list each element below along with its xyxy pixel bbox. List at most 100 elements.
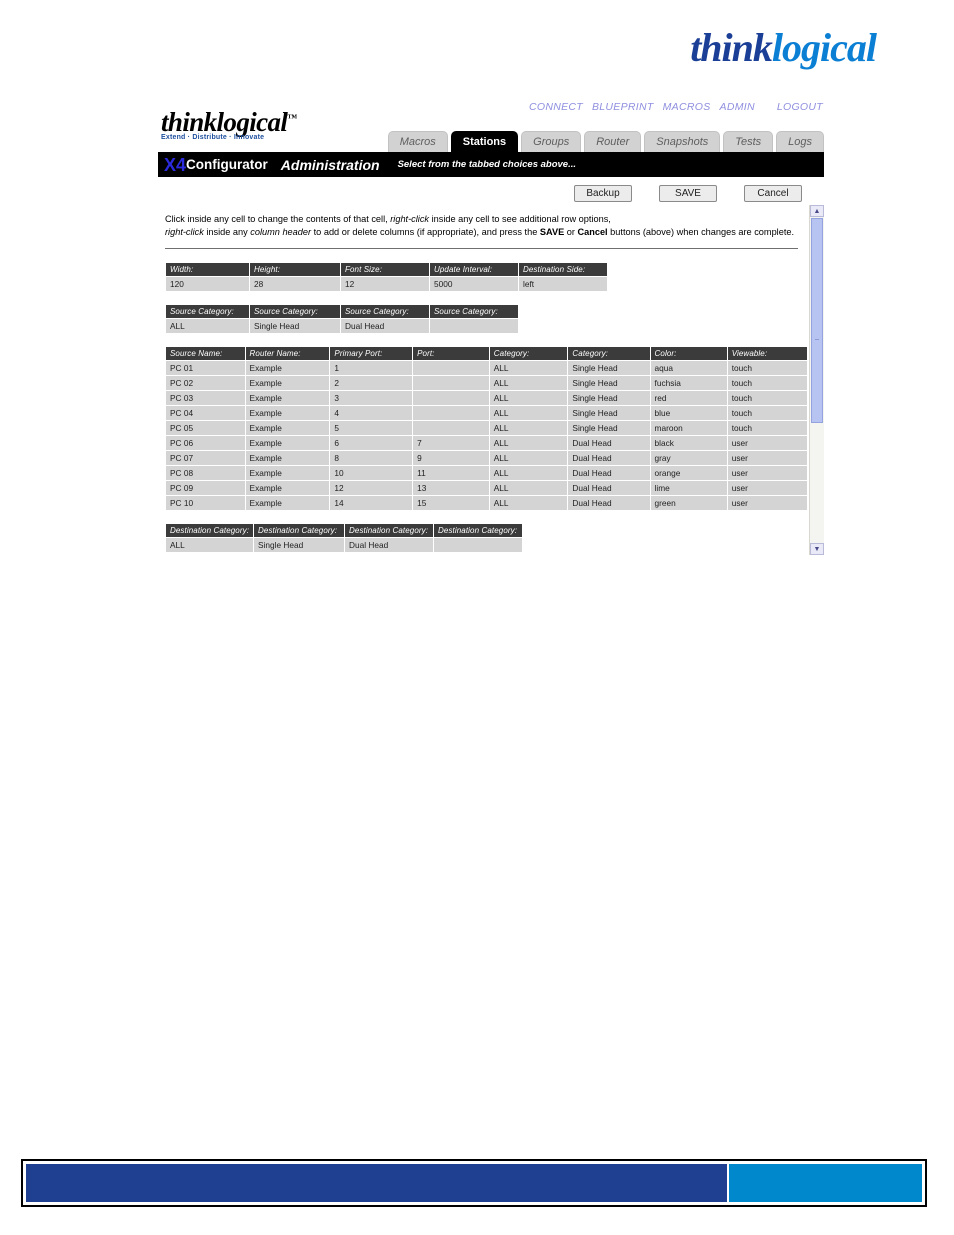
table-cell[interactable]: maroon bbox=[650, 421, 727, 435]
table-cell[interactable]: Single Head bbox=[568, 406, 650, 420]
column-header[interactable]: Update Interval: bbox=[430, 263, 518, 276]
table-cell[interactable]: 11 bbox=[413, 466, 489, 480]
topnav-item-macros[interactable]: MACROS bbox=[663, 101, 711, 113]
table-cell[interactable] bbox=[434, 538, 523, 552]
column-header[interactable]: Category: bbox=[568, 347, 650, 360]
table-cell[interactable]: ALL bbox=[489, 421, 568, 435]
column-header[interactable]: Destination Category: bbox=[254, 524, 345, 537]
table-cell[interactable]: Single Head bbox=[568, 421, 650, 435]
table-cell[interactable]: 120 bbox=[166, 277, 249, 291]
table-cell[interactable]: aqua bbox=[650, 361, 727, 375]
table-cell[interactable]: blue bbox=[650, 406, 727, 420]
table-cell[interactable]: 10 bbox=[330, 466, 413, 480]
table-cell[interactable]: ALL bbox=[489, 466, 568, 480]
table-cell[interactable]: Dual Head bbox=[568, 496, 650, 510]
table-cell[interactable]: Single Head bbox=[254, 538, 345, 552]
table-cell[interactable]: fuchsia bbox=[650, 376, 727, 390]
table-cell[interactable]: Example bbox=[245, 361, 330, 375]
table-cell[interactable]: left bbox=[519, 277, 607, 291]
column-header[interactable]: Destination Category: bbox=[434, 524, 523, 537]
column-header[interactable]: Width: bbox=[166, 263, 249, 276]
tab-logs[interactable]: Logs bbox=[776, 131, 824, 152]
table-cell[interactable]: PC 01 bbox=[166, 361, 245, 375]
column-header[interactable]: Color: bbox=[650, 347, 727, 360]
table-cell[interactable]: ALL bbox=[489, 391, 568, 405]
table-cell[interactable]: touch bbox=[727, 406, 807, 420]
table-cell[interactable]: ALL bbox=[489, 451, 568, 465]
table-cell[interactable]: ALL bbox=[489, 496, 568, 510]
table-cell[interactable]: Example bbox=[245, 436, 330, 450]
save-button[interactable]: SAVE bbox=[659, 184, 717, 202]
table-cell[interactable] bbox=[413, 406, 489, 420]
table-cell[interactable]: 28 bbox=[250, 277, 340, 291]
table-cell[interactable]: PC 10 bbox=[166, 496, 245, 510]
table-cell[interactable]: ALL bbox=[489, 361, 568, 375]
column-header[interactable]: Font Size: bbox=[341, 263, 429, 276]
table-cell[interactable] bbox=[413, 391, 489, 405]
table-cell[interactable]: PC 07 bbox=[166, 451, 245, 465]
table-cell[interactable]: PC 06 bbox=[166, 436, 245, 450]
table-cell[interactable] bbox=[430, 319, 518, 333]
table-cell[interactable]: ALL bbox=[166, 319, 249, 333]
table-cell[interactable]: 14 bbox=[330, 496, 413, 510]
table-cell[interactable]: PC 02 bbox=[166, 376, 245, 390]
table-cell[interactable]: PC 04 bbox=[166, 406, 245, 420]
column-header[interactable]: Destination Side: bbox=[519, 263, 607, 276]
scroll-down-arrow-icon[interactable]: ▼ bbox=[810, 543, 824, 555]
table-cell[interactable]: 13 bbox=[413, 481, 489, 495]
table-cell[interactable]: user bbox=[727, 451, 807, 465]
column-header[interactable]: Category: bbox=[489, 347, 568, 360]
column-header[interactable]: Source Category: bbox=[166, 305, 249, 318]
table-cell[interactable]: Single Head bbox=[568, 391, 650, 405]
table-cell[interactable]: PC 09 bbox=[166, 481, 245, 495]
table-cell[interactable]: user bbox=[727, 481, 807, 495]
table-cell[interactable]: ALL bbox=[489, 436, 568, 450]
table-cell[interactable]: Example bbox=[245, 451, 330, 465]
table-cell[interactable]: green bbox=[650, 496, 727, 510]
table-cell[interactable]: Example bbox=[245, 481, 330, 495]
table-cell[interactable]: Example bbox=[245, 391, 330, 405]
table-cell[interactable]: black bbox=[650, 436, 727, 450]
table-cell[interactable]: PC 05 bbox=[166, 421, 245, 435]
table-cell[interactable]: touch bbox=[727, 361, 807, 375]
table-cell[interactable]: ALL bbox=[166, 538, 254, 552]
table-cell[interactable]: 5000 bbox=[430, 277, 518, 291]
table-cell[interactable]: Example bbox=[245, 421, 330, 435]
column-header[interactable]: Source Category: bbox=[430, 305, 518, 318]
table-cell[interactable]: lime bbox=[650, 481, 727, 495]
table-cell[interactable]: 12 bbox=[330, 481, 413, 495]
topnav-item-admin[interactable]: ADMIN bbox=[720, 101, 755, 113]
table-cell[interactable]: Single Head bbox=[568, 361, 650, 375]
table-cell[interactable]: 15 bbox=[413, 496, 489, 510]
table-cell[interactable]: 1 bbox=[330, 361, 413, 375]
content-scrollbar[interactable]: ▲ ▼ bbox=[809, 205, 824, 555]
table-cell[interactable]: PC 03 bbox=[166, 391, 245, 405]
tab-router[interactable]: Router bbox=[584, 131, 642, 152]
column-header[interactable]: Source Category: bbox=[250, 305, 340, 318]
table-cell[interactable]: Dual Head bbox=[345, 538, 434, 552]
column-header[interactable]: Router Name: bbox=[245, 347, 330, 360]
tab-tests[interactable]: Tests bbox=[723, 131, 774, 152]
table-cell[interactable]: ALL bbox=[489, 406, 568, 420]
table-cell[interactable]: 12 bbox=[341, 277, 429, 291]
table-cell[interactable]: user bbox=[727, 436, 807, 450]
table-cell[interactable]: 4 bbox=[330, 406, 413, 420]
tab-snapshots[interactable]: Snapshots bbox=[644, 131, 721, 152]
table-cell[interactable]: Example bbox=[245, 376, 330, 390]
table-cell[interactable]: user bbox=[727, 466, 807, 480]
table-cell[interactable]: Example bbox=[245, 466, 330, 480]
column-header[interactable]: Source Category: bbox=[341, 305, 429, 318]
table-cell[interactable]: user bbox=[727, 496, 807, 510]
table-cell[interactable]: 6 bbox=[330, 436, 413, 450]
table-cell[interactable]: 2 bbox=[330, 376, 413, 390]
table-cell[interactable]: 3 bbox=[330, 391, 413, 405]
table-cell[interactable]: 8 bbox=[330, 451, 413, 465]
column-header[interactable]: Destination Category: bbox=[345, 524, 434, 537]
table-cell[interactable]: Example bbox=[245, 406, 330, 420]
table-cell[interactable]: Dual Head bbox=[568, 481, 650, 495]
table-cell[interactable]: Single Head bbox=[568, 376, 650, 390]
table-cell[interactable]: touch bbox=[727, 391, 807, 405]
column-header[interactable]: Primary Port: bbox=[330, 347, 413, 360]
column-header[interactable]: Viewable: bbox=[727, 347, 807, 360]
table-cell[interactable]: red bbox=[650, 391, 727, 405]
